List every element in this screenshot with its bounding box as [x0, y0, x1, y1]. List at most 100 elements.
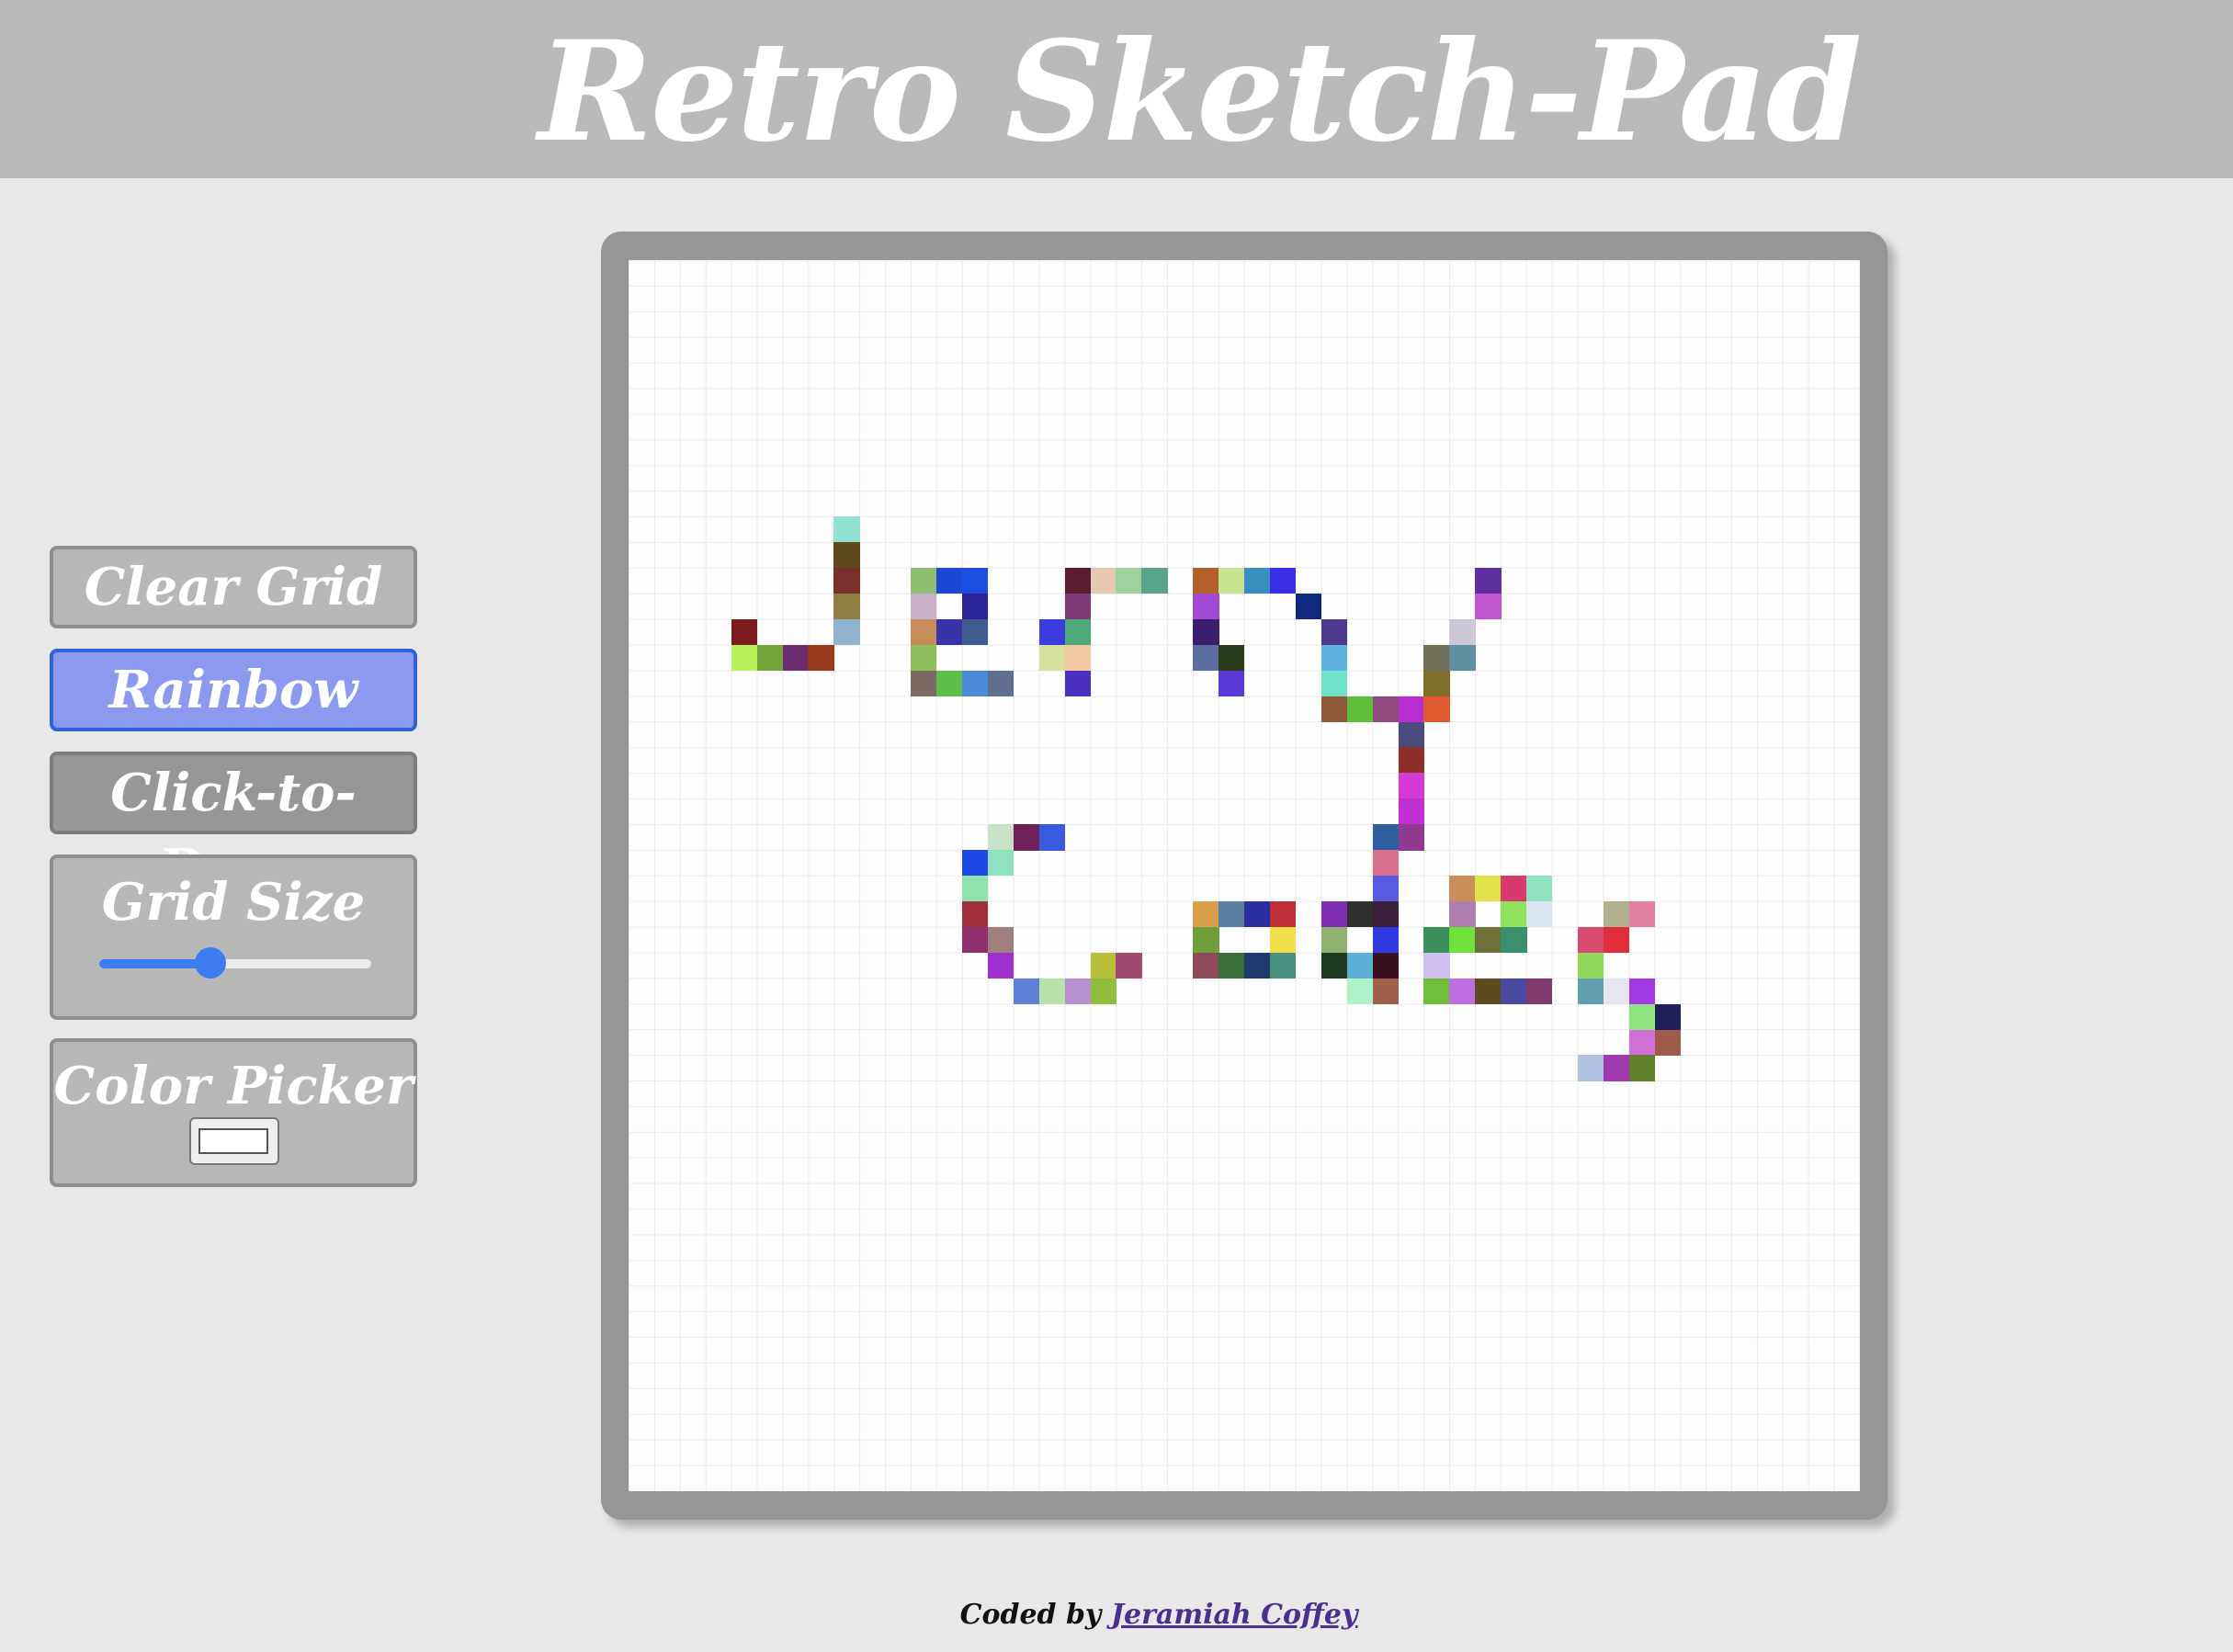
grid-cell[interactable] [1321, 900, 1348, 928]
grid-cell[interactable] [1398, 747, 1424, 774]
grid-cell[interactable] [911, 670, 937, 697]
grid-cell[interactable] [1064, 670, 1091, 697]
rainbow-button[interactable]: Rainbow [50, 649, 417, 731]
grid-cell[interactable] [1193, 952, 1219, 979]
grid-cell[interactable] [961, 900, 989, 928]
grid-cell[interactable] [1501, 926, 1527, 954]
grid-cell[interactable] [1013, 978, 1040, 1005]
grid-cell[interactable] [1398, 721, 1424, 748]
grid-cell[interactable] [1321, 696, 1348, 722]
grid-cell[interactable] [1321, 618, 1348, 646]
grid-cell[interactable] [731, 618, 758, 646]
sketch-grid[interactable] [629, 260, 1860, 1491]
grid-cell[interactable] [833, 593, 860, 620]
grid-cell[interactable] [1269, 900, 1297, 928]
grid-cell[interactable] [1346, 978, 1374, 1005]
grid-cell[interactable] [1116, 952, 1142, 979]
grid-cell[interactable] [936, 618, 963, 646]
grid-cell[interactable] [1064, 978, 1091, 1005]
grid-cell[interactable] [1372, 824, 1399, 851]
grid-cell[interactable] [1449, 978, 1476, 1005]
grid-cell[interactable] [911, 593, 937, 620]
clear-grid-button[interactable]: Clear Grid [50, 546, 417, 628]
grid-cell[interactable] [833, 542, 860, 569]
grid-cell[interactable] [833, 516, 860, 543]
grid-cell[interactable] [987, 824, 1014, 851]
grid-cell[interactable] [1526, 876, 1553, 902]
grid-cell[interactable] [1475, 568, 1502, 594]
grid-cell[interactable] [1577, 978, 1604, 1005]
grid-cell[interactable] [1449, 876, 1476, 902]
grid-cell[interactable] [1423, 978, 1450, 1005]
grid-cell[interactable] [1398, 696, 1424, 722]
grid-cell[interactable] [1219, 670, 1245, 697]
grid-cell[interactable] [1372, 978, 1399, 1005]
grid-cell[interactable] [1193, 900, 1219, 928]
grid-cell[interactable] [1321, 670, 1348, 697]
grid-cell[interactable] [1244, 900, 1271, 928]
grid-cell[interactable] [1013, 824, 1040, 851]
grid-cell[interactable] [961, 850, 989, 877]
grid-cell[interactable] [1219, 952, 1245, 979]
grid-cell[interactable] [1628, 1003, 1656, 1030]
grid-cell[interactable] [1423, 926, 1450, 954]
grid-cell[interactable] [1269, 926, 1297, 954]
grid-cell[interactable] [1654, 1003, 1682, 1030]
grid-cell[interactable] [961, 593, 989, 620]
grid-cell[interactable] [1244, 952, 1271, 979]
grid-cell[interactable] [1628, 1055, 1656, 1081]
grid-cell[interactable] [1372, 876, 1399, 902]
click-to-draw-button[interactable]: Click-to-Draw [50, 752, 417, 899]
grid-cell[interactable] [1577, 926, 1604, 954]
color-picker-input[interactable] [189, 1117, 279, 1165]
grid-cell[interactable] [1628, 978, 1656, 1005]
grid-cell[interactable] [961, 568, 989, 594]
grid-cell[interactable] [1475, 593, 1502, 620]
grid-cell[interactable] [1577, 952, 1604, 979]
grid-cell[interactable] [1244, 568, 1271, 594]
grid-cell[interactable] [1321, 926, 1348, 954]
grid-cell[interactable] [1038, 618, 1066, 646]
grid-cell[interactable] [782, 644, 809, 672]
grid-cell[interactable] [1219, 568, 1245, 594]
grid-cell[interactable] [1064, 568, 1091, 594]
grid-cell[interactable] [911, 618, 937, 646]
grid-cell[interactable] [1372, 696, 1399, 722]
grid-cell[interactable] [1603, 978, 1630, 1005]
grid-cell[interactable] [961, 618, 989, 646]
grid-cell[interactable] [911, 568, 937, 594]
grid-cell[interactable] [1193, 568, 1219, 594]
grid-cell[interactable] [987, 670, 1014, 697]
grid-cell[interactable] [987, 926, 1014, 954]
grid-cell[interactable] [1064, 593, 1091, 620]
grid-cell[interactable] [1475, 978, 1502, 1005]
grid-cell[interactable] [1526, 900, 1553, 928]
grid-cell[interactable] [1219, 900, 1245, 928]
grid-cell[interactable] [1193, 644, 1219, 672]
grid-cell[interactable] [1269, 568, 1297, 594]
grid-cell[interactable] [1628, 900, 1656, 928]
grid-cell[interactable] [1423, 952, 1450, 979]
grid-cell[interactable] [1501, 978, 1527, 1005]
grid-cell[interactable] [1475, 876, 1502, 902]
grid-cell[interactable] [1398, 824, 1424, 851]
grid-cell[interactable] [1038, 824, 1066, 851]
grid-cell[interactable] [1603, 900, 1630, 928]
grid-cell[interactable] [1295, 593, 1322, 620]
grid-cell[interactable] [1398, 798, 1424, 825]
slider-handle[interactable] [195, 947, 227, 979]
grid-cell[interactable] [808, 644, 834, 672]
grid-cell[interactable] [1090, 952, 1116, 979]
author-link[interactable]: Jeramiah Coffey [1111, 1599, 1358, 1631]
grid-cell[interactable] [1090, 978, 1116, 1005]
grid-cell[interactable] [911, 644, 937, 672]
grid-cell[interactable] [1372, 926, 1399, 954]
grid-cell[interactable] [833, 618, 860, 646]
grid-cell[interactable] [731, 644, 758, 672]
grid-size-slider[interactable] [99, 947, 371, 979]
grid-cell[interactable] [1449, 644, 1476, 672]
grid-cell[interactable] [1346, 900, 1374, 928]
grid-cell[interactable] [1346, 696, 1374, 722]
grid-cell[interactable] [1372, 850, 1399, 877]
grid-cell[interactable] [1346, 952, 1374, 979]
